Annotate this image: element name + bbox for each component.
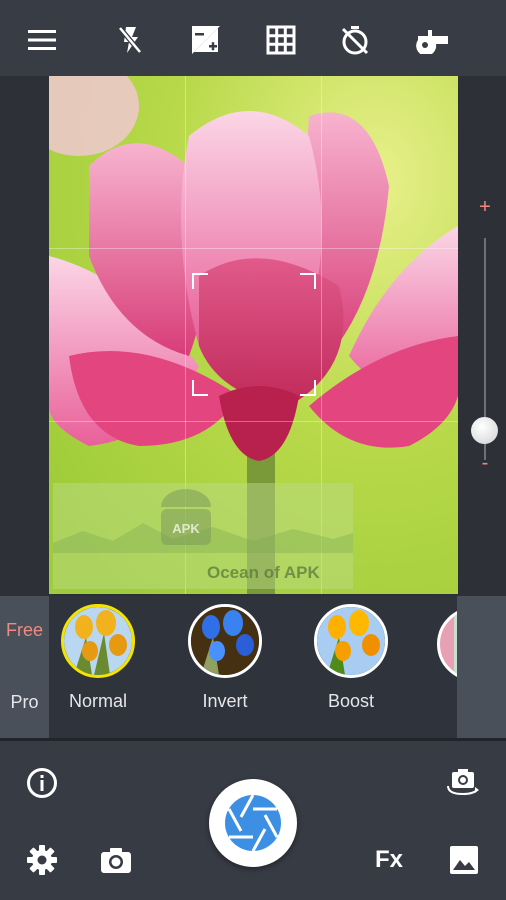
settings-icon[interactable]: [25, 843, 59, 877]
zoom-in-label[interactable]: +: [465, 196, 505, 219]
grid-icon[interactable]: [265, 24, 297, 56]
filter-tabs: Free Pro: [0, 596, 49, 738]
filter-invert[interactable]: Invert: [185, 604, 265, 712]
fx-button[interactable]: Fx: [372, 843, 406, 877]
filter-thumbnail: [188, 604, 262, 678]
top-toolbar: [0, 0, 506, 76]
tab-free[interactable]: Free: [0, 620, 49, 641]
filter-label: Boost: [327, 691, 375, 711]
grid-line: [49, 248, 458, 249]
zoom-knob[interactable]: [471, 417, 498, 444]
switch-camera-icon[interactable]: [446, 765, 480, 799]
bottom-bar: Fx: [0, 738, 506, 900]
menu-icon[interactable]: [26, 24, 58, 56]
filter-thumbnail: [314, 604, 388, 678]
flash-off-icon[interactable]: [114, 24, 146, 56]
zoom-out-label[interactable]: -: [465, 452, 505, 475]
tab-pro[interactable]: Pro: [0, 692, 49, 713]
shutter-button[interactable]: [209, 779, 297, 867]
whistle-icon[interactable]: [414, 24, 450, 56]
filter-scroll-edge: [457, 596, 506, 738]
filter-normal[interactable]: Normal: [58, 604, 138, 712]
watermark: APK Ocean of APK: [53, 483, 353, 589]
filter-thumbnail: [61, 604, 135, 678]
filter-bar: Free Pro Normal Invert Boost: [0, 596, 506, 738]
zoom-slider[interactable]: + -: [465, 196, 505, 476]
filter-label: Invert: [202, 691, 248, 711]
grid-line: [49, 421, 458, 422]
filter-boost[interactable]: Boost: [311, 604, 391, 712]
info-icon[interactable]: [25, 766, 59, 800]
timer-off-icon[interactable]: [339, 24, 371, 56]
shutter-icon: [225, 794, 281, 852]
camera-mode-icon[interactable]: [99, 843, 133, 877]
exposure-icon[interactable]: [190, 24, 222, 56]
filter-label: Normal: [68, 691, 127, 711]
watermark-text: Ocean of APK: [207, 563, 320, 582]
focus-bracket: [192, 273, 316, 396]
svg-text:APK: APK: [172, 521, 200, 536]
gallery-icon[interactable]: [447, 843, 481, 877]
